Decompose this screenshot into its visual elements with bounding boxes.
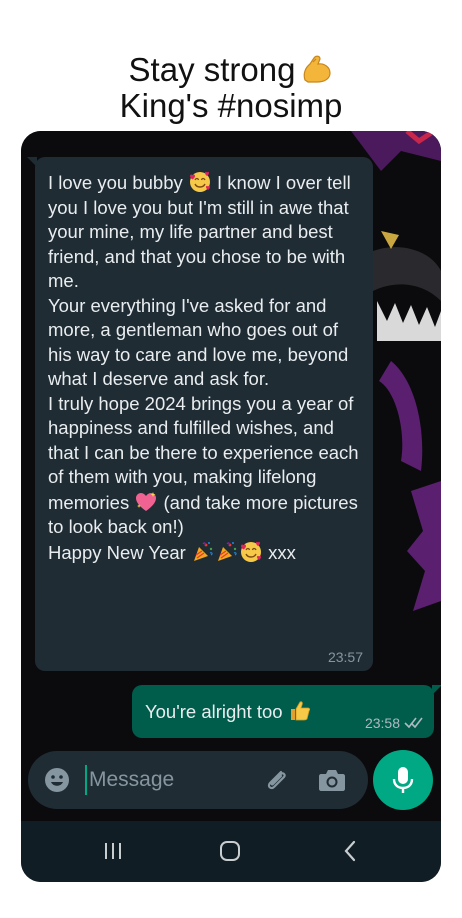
message-paragraph: I truly hope 2024 brings you a year of h… <box>48 392 366 540</box>
caption-line-1: Stay strong <box>0 52 462 88</box>
home-icon[interactable] <box>218 839 242 863</box>
outgoing-message-time: 23:58 <box>364 715 400 731</box>
outgoing-message-text: You're alright too <box>145 699 312 723</box>
message-paragraph: Happy New Year xxx <box>48 540 366 566</box>
party-popper-icon <box>217 541 237 561</box>
caption-line-2: King's #nosimp <box>119 87 343 124</box>
message-paragraph: I love you bubby I know I over tell you … <box>48 170 366 294</box>
message-composer <box>28 751 368 809</box>
caption: Stay strong King's #nosimp <box>0 52 462 124</box>
paperclip-icon[interactable] <box>262 766 292 796</box>
sparkling-heart-icon <box>136 491 157 511</box>
party-popper-icon <box>193 541 213 561</box>
message-text-segment: Your everything I've asked for and more,… <box>48 294 349 390</box>
read-ticks-icon <box>404 717 423 729</box>
microphone-button[interactable] <box>373 750 433 810</box>
system-navigation-bar <box>21 821 441 882</box>
message-text-segment: Happy New Year <box>48 541 191 563</box>
emoji-icon[interactable] <box>44 767 70 793</box>
message-text-segment: xxx <box>262 541 296 563</box>
incoming-message-bubble[interactable]: I love you bubby I know I over tell you … <box>27 157 373 671</box>
message-text-segment: I love you bubby <box>48 172 188 193</box>
smiling-face-with-hearts-icon <box>240 541 261 562</box>
incoming-message-text: I love you bubby I know I over tell you … <box>48 170 366 565</box>
recent-apps-icon[interactable] <box>101 839 125 863</box>
outgoing-message-bubble[interactable]: You're alright too 23:58 <box>132 685 441 738</box>
back-icon[interactable] <box>339 839 361 863</box>
smiling-face-with-hearts-icon <box>189 171 210 192</box>
flexed-biceps-icon <box>304 55 332 83</box>
text-caret <box>85 765 87 795</box>
phone-screen: I love you bubby I know I over tell you … <box>21 131 441 882</box>
camera-icon[interactable] <box>318 767 346 793</box>
microphone-icon <box>392 767 414 793</box>
thumbs-up-icon <box>290 701 310 721</box>
message-paragraph: Your everything I've asked for and more,… <box>48 294 366 392</box>
message-input[interactable] <box>89 766 259 794</box>
incoming-message-time: 23:57 <box>327 649 363 665</box>
